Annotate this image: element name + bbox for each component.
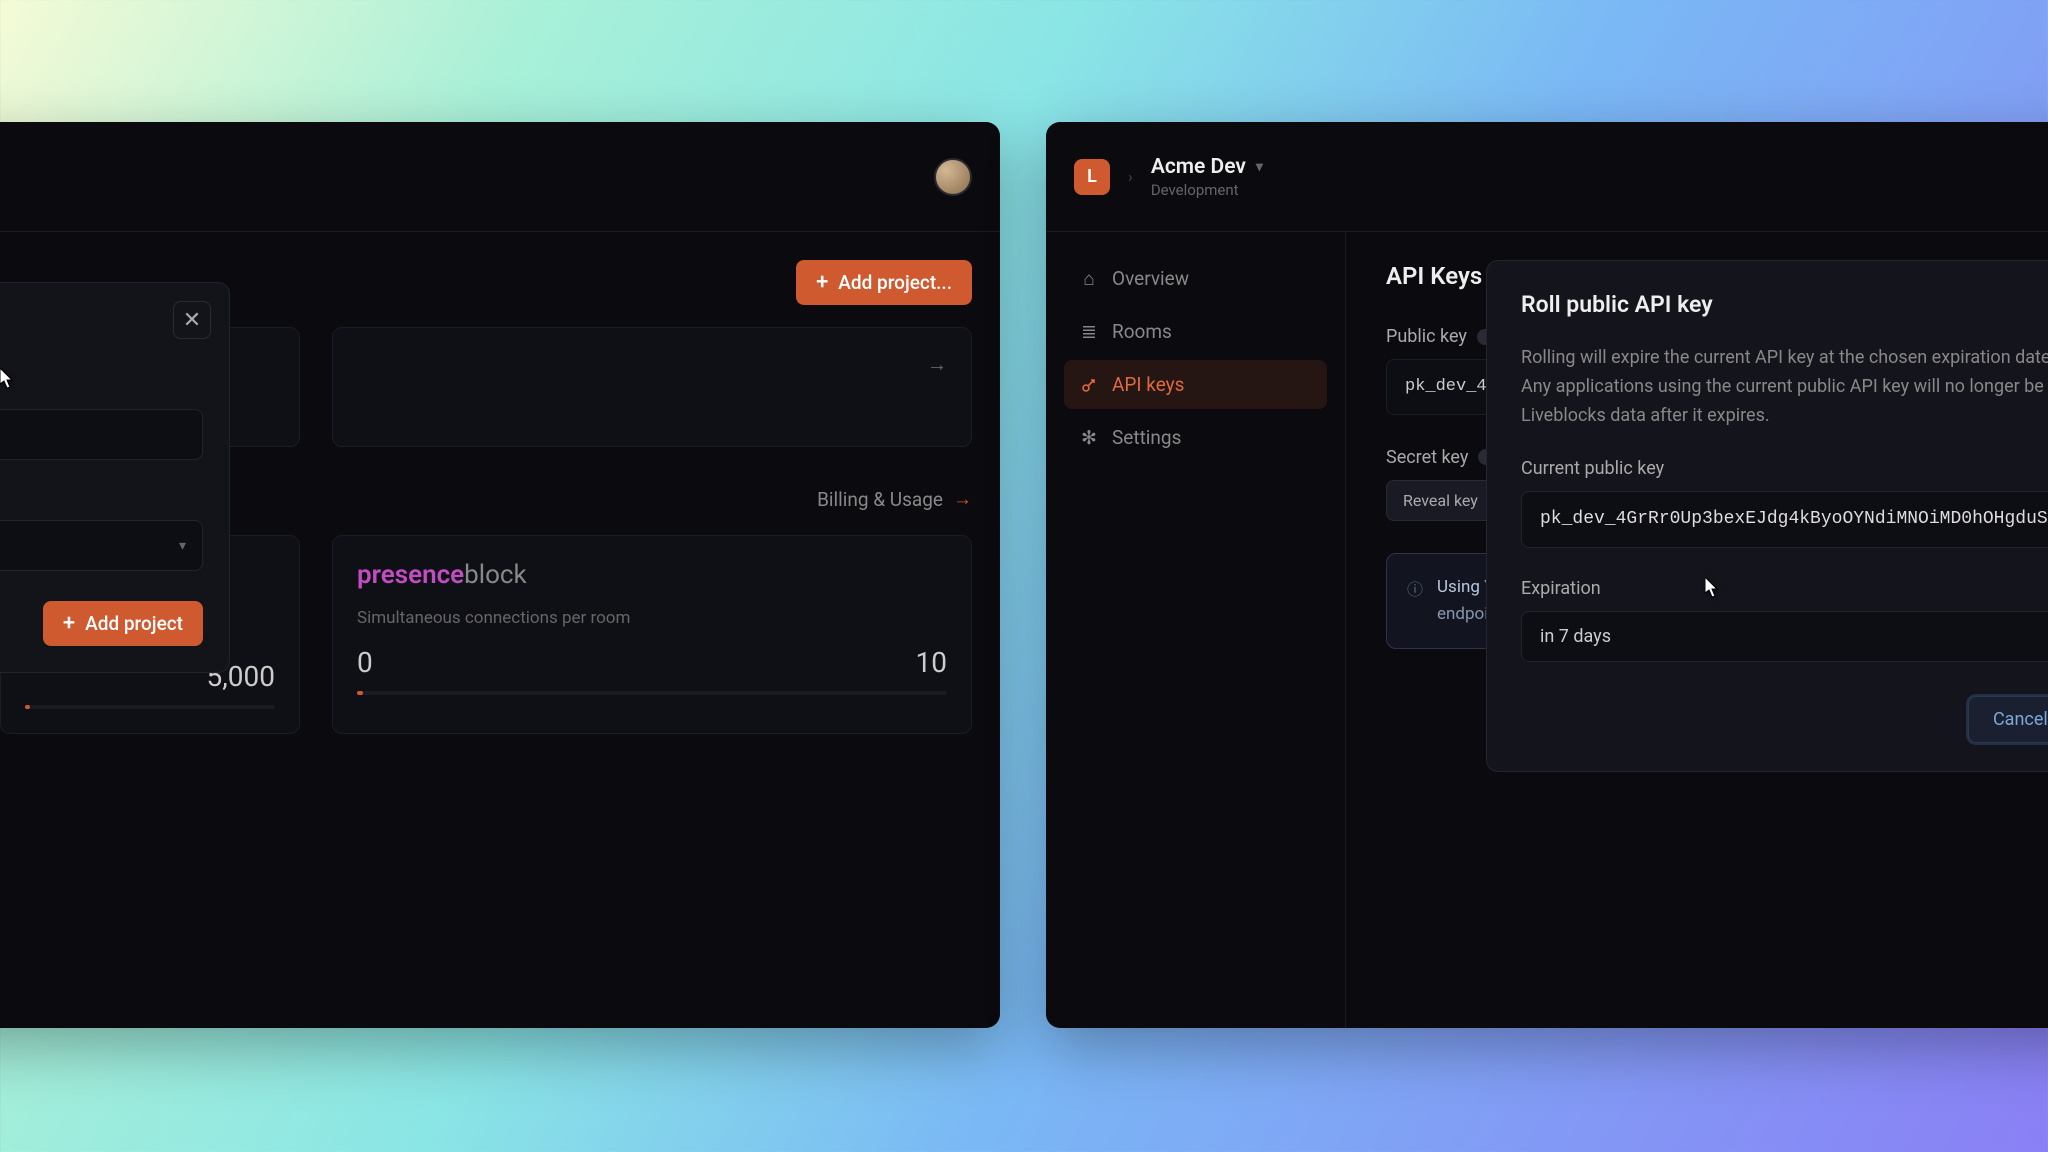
org-switcher[interactable]: Acme Dev ▾ Development: [1151, 155, 1263, 199]
plus-icon: [63, 612, 75, 635]
add-project-popover: ✕ Development ▾ Add project: [0, 282, 230, 673]
info-icon: ⓘ: [1407, 576, 1423, 628]
environment-select[interactable]: Development ▾: [0, 520, 203, 571]
plus-icon: [816, 271, 828, 294]
sidebar-item-label: Rooms: [1112, 320, 1172, 343]
metric-card-presence: presenceblock Simultaneous connections p…: [332, 535, 972, 734]
reveal-key-label: Reveal key: [1403, 491, 1478, 510]
sidebar: ⌂ Overview ≣ Rooms API keys ✻ Settings: [1046, 232, 1346, 1028]
current-key-label: Current public key: [1521, 458, 2048, 479]
modal-description: Rolling will expire the current API key …: [1521, 344, 2048, 430]
expiration-select[interactable]: in 7 days: [1521, 611, 2048, 662]
project-card-2[interactable]: →: [332, 327, 972, 447]
home-icon: ⌂: [1080, 270, 1098, 288]
expiration-label: Expiration: [1521, 578, 2048, 599]
list-icon: ≣: [1080, 323, 1098, 341]
expiration-value: in 7 days: [1540, 626, 1611, 647]
chevron-down-icon: ▾: [1256, 159, 1263, 175]
sidebar-item-api-keys[interactable]: API keys: [1064, 360, 1327, 409]
org-name-text: Acme Dev: [1151, 155, 1246, 179]
avatar[interactable]: [934, 158, 972, 196]
sidebar-item-settings[interactable]: ✻ Settings: [1064, 413, 1327, 462]
cancel-label: Cancel: [1993, 709, 2048, 730]
org-initial: L: [1087, 166, 1097, 187]
add-project-button-label: Add project...: [838, 271, 952, 294]
sidebar-item-overview[interactable]: ⌂ Overview: [1064, 254, 1327, 303]
chevron-down-icon: ▾: [179, 538, 186, 554]
key-icon: [1080, 376, 1098, 394]
right-app-window: L › Acme Dev ▾ Development ⌂ Overview ≣ …: [1046, 122, 2048, 1028]
left-app-window: Add project... → Billing & Usage → 5,000: [0, 122, 1000, 1028]
add-project-submit-button[interactable]: Add project: [43, 601, 203, 646]
sidebar-item-label: API keys: [1112, 373, 1184, 396]
sidebar-item-rooms[interactable]: ≣ Rooms: [1064, 307, 1327, 356]
org-subtitle: Development: [1151, 181, 1263, 199]
metric-subtitle: Simultaneous connections per room: [357, 608, 947, 628]
billing-link-label: Billing & Usage: [817, 488, 943, 511]
metric-brand: presence: [357, 560, 464, 590]
current-key-value[interactable]: pk_dev_4GrRr0Up3bexEJdg4kByoOYNdiMNOiMD0…: [1521, 491, 2048, 548]
add-project-submit-label: Add project: [85, 612, 183, 635]
sidebar-item-label: Overview: [1112, 267, 1189, 290]
metric-limit: 10: [916, 646, 947, 679]
gear-icon: ✻: [1080, 429, 1098, 447]
add-project-button[interactable]: Add project...: [796, 260, 972, 305]
metric-suffix: block: [464, 560, 527, 590]
main-content: API Keys Public key pk_dev_4GrRr0Up3bexE…: [1346, 232, 2048, 1028]
modal-title: Roll public API key: [1521, 291, 2048, 318]
reveal-key-button[interactable]: Reveal key: [1386, 480, 1495, 521]
arrow-right-icon: →: [927, 352, 947, 377]
arrow-right-icon: →: [953, 487, 972, 511]
chevron-right-icon: ›: [1128, 167, 1133, 186]
roll-key-modal: Roll public API key Rolling will expire …: [1486, 260, 2048, 772]
close-icon: ✕: [183, 308, 201, 333]
left-header: [0, 122, 1000, 232]
project-name-input[interactable]: [0, 409, 203, 460]
right-header: L › Acme Dev ▾ Development: [1046, 122, 2048, 232]
cancel-button[interactable]: Cancel: [1968, 696, 2048, 743]
sidebar-item-label: Settings: [1112, 426, 1181, 449]
metric-current: 0: [357, 646, 373, 679]
org-badge[interactable]: L: [1074, 159, 1110, 195]
note-title: Using: [1437, 577, 1480, 597]
close-button[interactable]: ✕: [173, 301, 211, 339]
billing-usage-link[interactable]: Billing & Usage →: [817, 487, 972, 511]
